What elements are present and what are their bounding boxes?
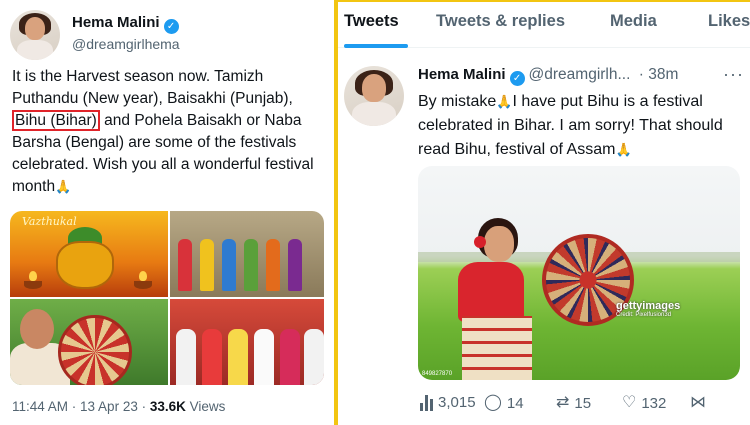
tweet-time[interactable]: · 38m <box>639 66 679 83</box>
author-name-row[interactable]: Hema Malini ✓ <box>72 14 179 34</box>
tweet-text: By mistake🙏I have put Bihu is a festival… <box>418 90 744 162</box>
tweet-text-part1: By mistake <box>418 93 497 110</box>
reply-icon: ◯ <box>484 394 502 411</box>
image-caption-text: Vazthukal <box>22 215 77 228</box>
image-pongal-pot[interactable]: Vazthukal <box>10 211 168 297</box>
tab-likes[interactable]: Likes <box>708 12 750 31</box>
image-bengal-festival[interactable] <box>170 299 324 385</box>
folded-hands-emoji: 🙏 <box>615 142 632 157</box>
author-name[interactable]: Hema Malini <box>418 66 506 83</box>
tweet-actions: 3,015 ◯ 14 ⇄ 15 ♡ 132 ⋈ <box>418 394 744 418</box>
tweet-text-part1: It is the Harvest season now. Tamizh Put… <box>12 68 293 107</box>
share-icon: ⋈ <box>690 394 706 411</box>
tab-tweets-replies[interactable]: Tweets & replies <box>436 12 565 31</box>
verified-badge-icon: ✓ <box>509 71 525 86</box>
views-action[interactable]: 3,015 <box>420 394 476 411</box>
avatar[interactable] <box>10 10 60 60</box>
author-handle[interactable]: @dreamgirlhema <box>72 36 180 52</box>
retweet-count: 15 <box>574 394 592 412</box>
retweet-action[interactable]: ⇄ 15 <box>556 394 591 412</box>
tweet-image-grid[interactable]: Vazthukal <box>10 211 324 385</box>
like-count: 132 <box>641 394 667 412</box>
tweet-header: Hema Malini ✓ @dreamgirlh... · 38m <box>418 66 678 86</box>
retweet-icon: ⇄ <box>556 394 570 411</box>
views-count: 33.6K <box>149 399 186 414</box>
author-name[interactable]: Hema Malini <box>72 14 160 31</box>
reply-action[interactable]: ◯ 14 <box>484 394 524 412</box>
left-tweet-card: Hema Malini ✓ @dreamgirlhema It is the Ha… <box>0 0 334 425</box>
avatar[interactable] <box>344 66 404 126</box>
highlighted-bihu-bihar: Bihu (Bihar) <box>12 110 100 131</box>
active-tab-indicator <box>344 44 408 48</box>
reply-count: 14 <box>506 394 524 412</box>
image-baisakhi-dancers[interactable] <box>170 211 324 297</box>
views-label: Views <box>185 399 226 414</box>
image-bihu-woman[interactable] <box>10 299 168 385</box>
analytics-icon <box>420 394 433 411</box>
views-count: 3,015 <box>438 394 476 411</box>
verified-badge-icon: ✓ <box>163 19 179 34</box>
tab-media[interactable]: Media <box>610 12 657 31</box>
heart-icon: ♡ <box>622 394 637 411</box>
folded-hands-emoji: 🙏 <box>55 179 72 194</box>
tweet-timestamp[interactable]: 11:44 AM · 13 Apr 23 · <box>12 399 150 414</box>
tweet-text: It is the Harvest season now. Tamizh Put… <box>12 66 330 198</box>
photo-code: 849827870 <box>422 371 453 377</box>
tab-tweets[interactable]: Tweets <box>344 12 399 31</box>
folded-hands-emoji: 🙏 <box>496 94 513 109</box>
getty-watermark: gettyimages Credit: Pixelfusion3d <box>616 300 681 318</box>
author-handle[interactable]: @dreamgirlh... <box>529 66 631 83</box>
profile-tabs: Tweets Tweets & replies Media Likes <box>338 2 750 48</box>
right-tweet-card: Tweets Tweets & replies Media Likes Hema… <box>338 0 750 425</box>
like-action[interactable]: ♡ 132 <box>622 394 666 412</box>
more-options-icon[interactable]: ··· <box>723 64 744 85</box>
share-action[interactable]: ⋈ <box>690 394 706 412</box>
tweet-photo-bihu-dancer[interactable]: gettyimages Credit: Pixelfusion3d 8498278… <box>418 166 740 380</box>
tweet-meta: 11:44 AM · 13 Apr 23 · 33.6K Views <box>12 399 225 414</box>
